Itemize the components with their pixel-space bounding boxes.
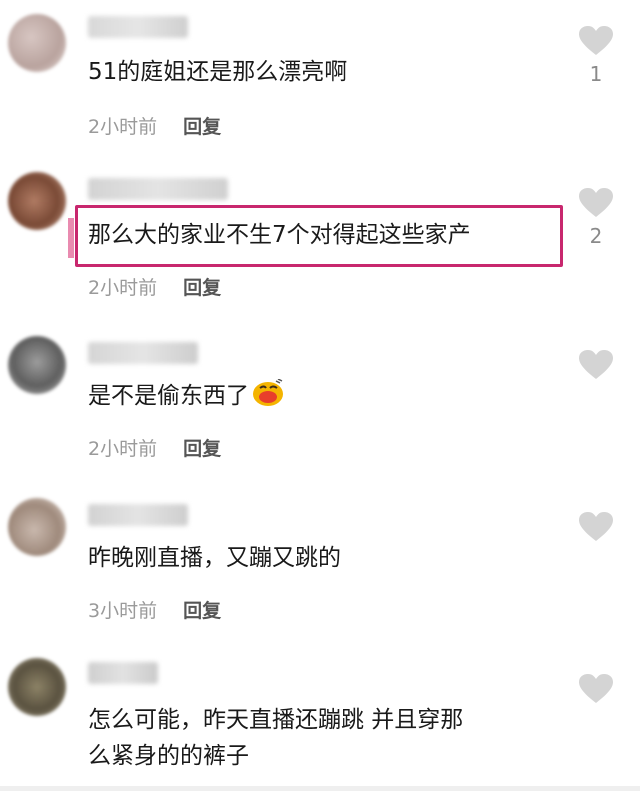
like-count: 1 (589, 62, 603, 86)
comment-time: 3小时前 (88, 600, 158, 622)
like-button[interactable]: 2 (578, 188, 614, 248)
comment-text: 51的庭姐还是那么漂亮啊 (88, 59, 348, 85)
heart-icon (579, 512, 613, 541)
reply-button[interactable]: 回复 (183, 116, 221, 138)
heart-icon (579, 26, 613, 55)
comment-meta: 2小时前 回复 (88, 112, 221, 139)
comment-meta: 2小时前 回复 (88, 273, 221, 300)
comment-meta: 3小时前 回复 (88, 596, 221, 623)
comment-text: 昨晚刚直播，又蹦又跳的 (88, 545, 341, 571)
username-blurred[interactable] (88, 16, 188, 38)
heart-icon (579, 350, 613, 379)
heart-icon (579, 188, 613, 217)
reply-button[interactable]: 回复 (183, 600, 221, 622)
username-blurred[interactable] (88, 662, 158, 684)
avatar[interactable] (8, 336, 66, 394)
like-button[interactable] (578, 674, 614, 704)
like-button[interactable]: 1 (578, 26, 614, 86)
avatar[interactable] (8, 14, 66, 72)
avatar[interactable] (8, 172, 66, 230)
like-button[interactable] (578, 512, 614, 542)
reply-button[interactable]: 回复 (183, 438, 221, 460)
avatar[interactable] (8, 498, 66, 556)
heart-icon (579, 674, 613, 703)
comment-text: 是不是偷东西了 (88, 378, 285, 414)
smirking-face-emoji-icon (253, 379, 283, 406)
username-blurred[interactable] (88, 342, 198, 364)
username-blurred[interactable] (88, 178, 228, 200)
avatar[interactable] (8, 658, 66, 716)
username-blurred[interactable] (88, 504, 188, 526)
comment-time: 2小时前 (88, 277, 158, 299)
like-button[interactable] (578, 350, 614, 380)
comment-time: 2小时前 (88, 438, 158, 460)
comment-text-line1: 怎么可能，昨天直播还蹦跳 并且穿那 (88, 707, 464, 733)
comment-text: 那么大的家业不生7个对得起这些家产 (88, 222, 471, 248)
comment-text-content: 是不是偷东西了 (88, 383, 249, 409)
bottom-divider (0, 786, 640, 791)
comment-meta: 2小时前 回复 (88, 434, 221, 461)
reply-button[interactable]: 回复 (183, 277, 221, 299)
like-count: 2 (589, 224, 603, 248)
comment-text-line2: 么紧身的的裤子 (88, 743, 249, 769)
comment-time: 2小时前 (88, 116, 158, 138)
